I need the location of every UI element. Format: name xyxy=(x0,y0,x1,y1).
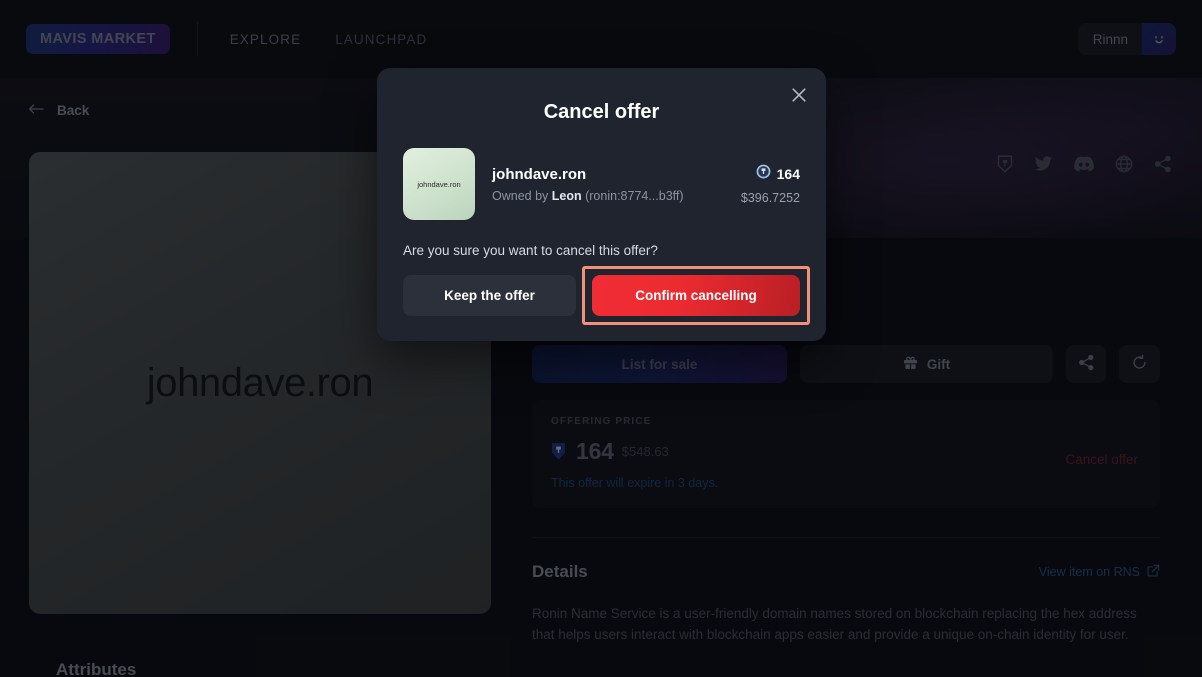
confirm-button-wrapper: Confirm cancelling xyxy=(582,266,810,325)
modal-item-price: 164 $396.7252 xyxy=(741,164,800,205)
confirm-cancelling-button[interactable]: Confirm cancelling xyxy=(592,275,800,316)
modal-item-owner: Owned by Leon (ronin:8774...b3ff) xyxy=(492,189,741,203)
owner-name: Leon xyxy=(551,188,582,203)
keep-the-offer-button[interactable]: Keep the offer xyxy=(403,275,576,316)
modal-price-usd: $396.7252 xyxy=(740,190,800,205)
close-icon[interactable] xyxy=(786,82,812,108)
marketplace-page: MAVIS MARKET EXPLORE LAUNCHPAD Rinnn Bac… xyxy=(0,0,1202,677)
modal-action-row: Keep the offer Confirm cancelling xyxy=(377,266,826,325)
owner-address: (ronin:8774...b3ff) xyxy=(585,188,684,203)
modal-title: Cancel offer xyxy=(543,101,660,123)
cancel-offer-modal: Cancel offer johndave.ron johndave.ron O… xyxy=(377,68,826,341)
item-thumbnail-label: johndave.ron xyxy=(417,179,461,189)
ron-coin-icon xyxy=(756,164,771,184)
owner-prefix: Owned by xyxy=(492,188,549,203)
modal-item-summary: johndave.ron johndave.ron Owned by Leon … xyxy=(377,148,826,220)
modal-price-amount: 164 xyxy=(776,165,800,182)
modal-price-row: 164 xyxy=(741,164,800,184)
item-thumbnail: johndave.ron xyxy=(403,148,475,220)
modal-question-text: Are you sure you want to cancel this off… xyxy=(403,243,658,258)
modal-item-name: johndave.ron xyxy=(492,165,587,183)
modal-item-meta: johndave.ron Owned by Leon (ronin:8774..… xyxy=(492,166,741,203)
